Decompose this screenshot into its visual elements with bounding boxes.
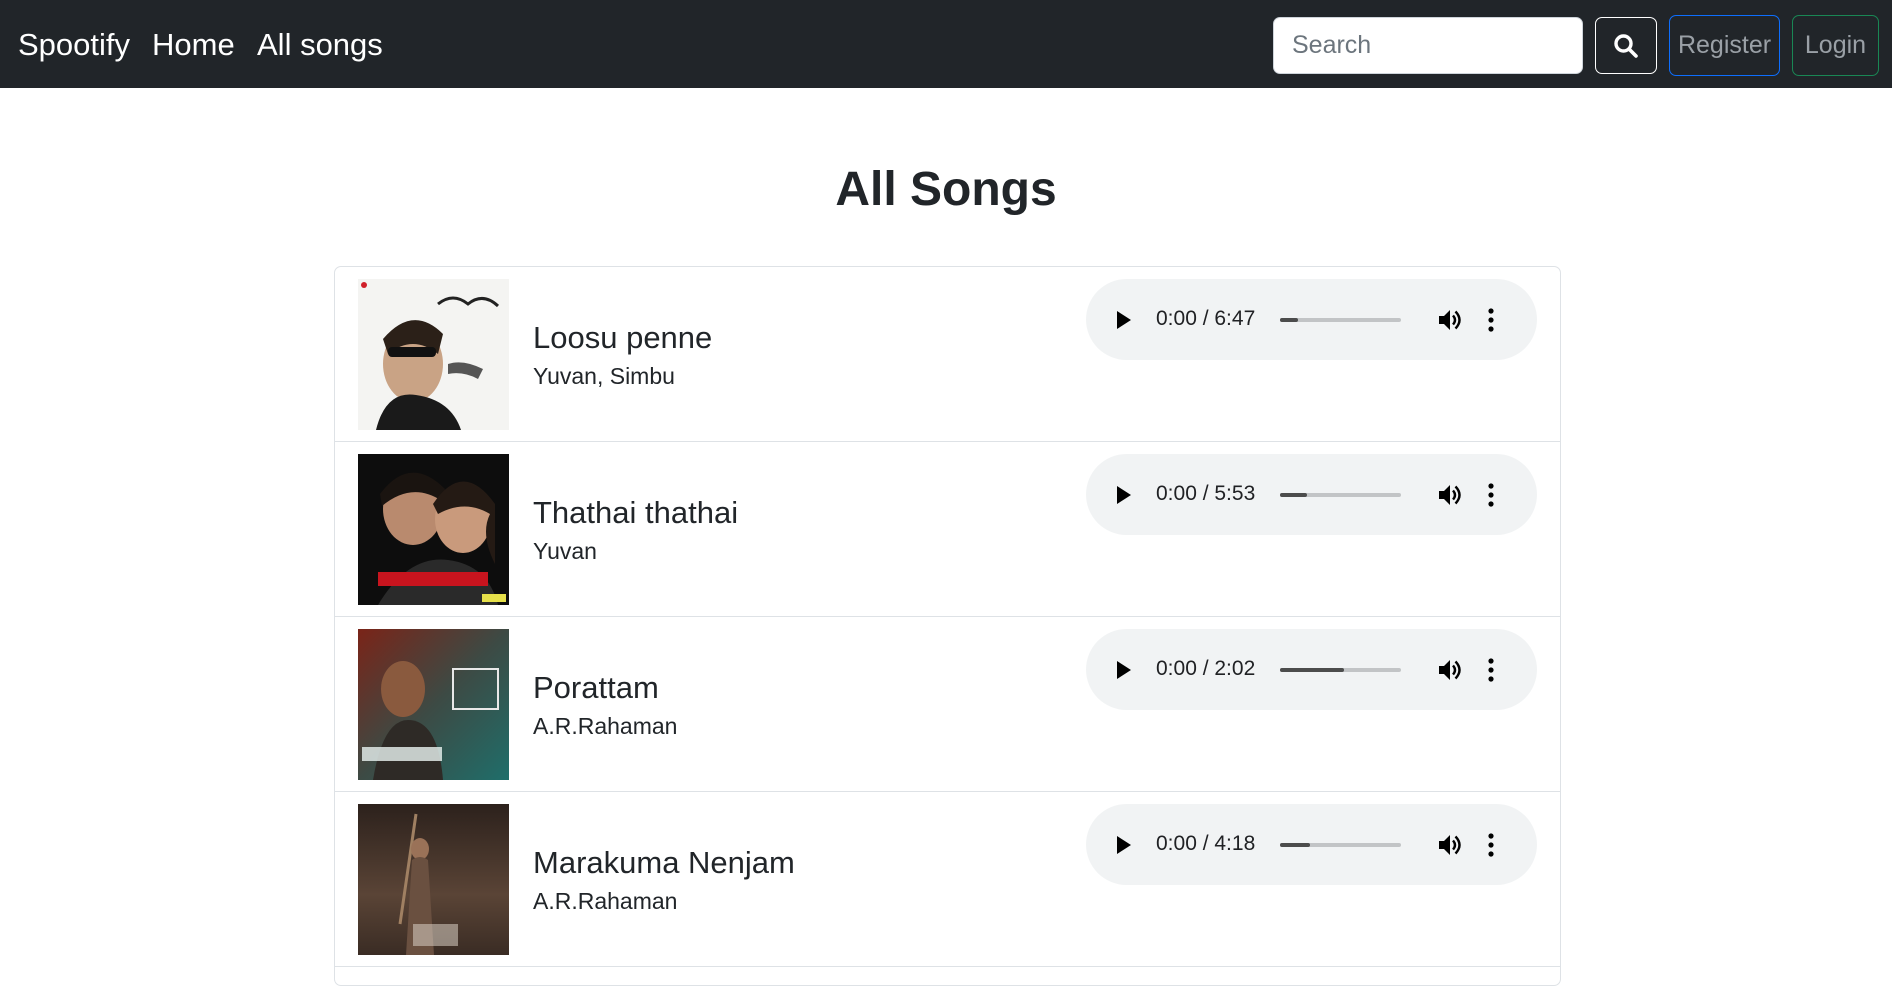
song-title: Porattam <box>533 670 659 705</box>
time-display: 0:00 / 4:18 <box>1156 832 1256 855</box>
search-input[interactable] <box>1273 17 1583 74</box>
seek-slider[interactable] <box>1280 493 1401 497</box>
play-icon[interactable] <box>1112 307 1134 333</box>
album-cover <box>358 279 509 430</box>
album-cover <box>358 629 509 780</box>
play-icon[interactable] <box>1112 482 1134 508</box>
audio-player: 0:00 / 2:02 <box>1086 629 1537 710</box>
seek-fill <box>1280 493 1307 497</box>
song-artist: A.R.Rahaman <box>533 888 678 914</box>
song-artist: A.R.Rahaman <box>533 713 678 739</box>
seek-slider[interactable] <box>1280 668 1401 672</box>
register-button[interactable]: Register <box>1669 15 1780 76</box>
more-options-icon[interactable] <box>1484 306 1498 334</box>
time-display: 0:00 / 5:53 <box>1156 482 1256 505</box>
search-icon <box>1614 33 1638 58</box>
seek-slider[interactable] <box>1280 318 1401 322</box>
audio-player: 0:00 / 5:53 <box>1086 454 1537 535</box>
song-list: Loosu penne Yuvan, Simbu 0:00 / 6:47 Tha… <box>334 266 1561 986</box>
song-row: Thathai thathai Yuvan 0:00 / 5:53 <box>335 442 1560 617</box>
volume-icon[interactable] <box>1436 481 1464 509</box>
page-title: All Songs <box>835 163 1057 216</box>
time-display: 0:00 / 2:02 <box>1156 657 1256 680</box>
volume-icon[interactable] <box>1436 306 1464 334</box>
song-title: Loosu penne <box>533 320 713 355</box>
volume-icon[interactable] <box>1436 831 1464 859</box>
brand-link[interactable]: Spootify <box>18 27 130 63</box>
song-row: Marakuma Nenjam A.R.Rahaman 0:00 / 4:18 <box>335 792 1560 967</box>
audio-player: 0:00 / 4:18 <box>1086 804 1537 885</box>
song-artist: Yuvan, Simbu <box>533 363 675 389</box>
seek-fill <box>1280 668 1345 672</box>
audio-player: 0:00 / 6:47 <box>1086 279 1537 360</box>
more-options-icon[interactable] <box>1484 656 1498 684</box>
song-row: Loosu penne Yuvan, Simbu 0:00 / 6:47 <box>335 267 1560 442</box>
play-icon[interactable] <box>1112 657 1134 683</box>
album-cover <box>358 804 509 955</box>
time-display: 0:00 / 6:47 <box>1156 307 1256 330</box>
song-row: Porattam A.R.Rahaman 0:00 / 2:02 <box>335 617 1560 792</box>
song-title: Marakuma Nenjam <box>533 845 795 880</box>
volume-icon[interactable] <box>1436 656 1464 684</box>
login-button[interactable]: Login <box>1792 15 1879 76</box>
song-title: Thathai thathai <box>533 495 739 530</box>
seek-slider[interactable] <box>1280 843 1401 847</box>
seek-fill <box>1280 843 1311 847</box>
song-artist: Yuvan <box>533 538 597 564</box>
play-icon[interactable] <box>1112 832 1134 858</box>
search-button[interactable] <box>1595 17 1657 74</box>
seek-fill <box>1280 318 1299 322</box>
navbar: Spootify Home All songs Register Login <box>0 0 1892 88</box>
nav-home-link[interactable]: Home <box>152 27 235 63</box>
more-options-icon[interactable] <box>1484 481 1498 509</box>
nav-all-songs-link[interactable]: All songs <box>257 27 383 63</box>
album-cover <box>358 454 509 605</box>
more-options-icon[interactable] <box>1484 831 1498 859</box>
